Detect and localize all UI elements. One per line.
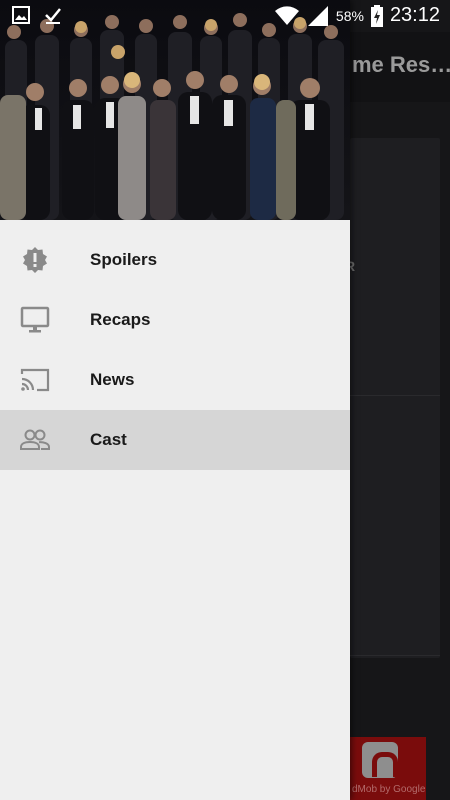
menu-item-label: Spoilers bbox=[90, 250, 158, 269]
drawer-menu: Spoilers Recaps News Cast bbox=[0, 230, 350, 470]
alert-badge-icon bbox=[20, 245, 50, 275]
clock: 23:12 bbox=[389, 4, 440, 26]
drawer-header-cast-photo bbox=[0, 0, 350, 220]
cast-icon bbox=[20, 365, 50, 395]
card-divider bbox=[350, 395, 440, 396]
status-bar: 58% 23:12 bbox=[0, 0, 450, 32]
ad-attribution: dMob by Google bbox=[352, 784, 426, 795]
menu-item-cast[interactable]: Cast bbox=[0, 410, 350, 470]
gallery-notification-icon bbox=[12, 6, 30, 24]
cast-group-photo bbox=[0, 0, 350, 220]
admob-logo-mark bbox=[372, 752, 398, 777]
menu-item-news[interactable]: News bbox=[0, 350, 350, 410]
menu-item-label: News bbox=[90, 370, 135, 389]
signal-icon bbox=[307, 5, 328, 26]
menu-item-label: Recaps bbox=[90, 310, 151, 329]
menu-item-spoilers[interactable]: Spoilers bbox=[0, 230, 350, 290]
monitor-icon bbox=[20, 305, 50, 335]
card-divider bbox=[350, 655, 440, 656]
battery-charging-icon bbox=[370, 4, 383, 27]
content-card[interactable] bbox=[350, 138, 440, 658]
battery-percent: 58% bbox=[335, 7, 364, 24]
app-title: me Res… bbox=[352, 52, 450, 77]
menu-item-label: Cast bbox=[90, 430, 127, 449]
people-icon bbox=[20, 425, 50, 455]
download-done-icon bbox=[45, 8, 61, 24]
navigation-drawer: Spoilers Recaps News Cast bbox=[0, 0, 350, 800]
menu-item-recaps[interactable]: Recaps bbox=[0, 290, 350, 350]
wifi-icon bbox=[274, 5, 299, 25]
